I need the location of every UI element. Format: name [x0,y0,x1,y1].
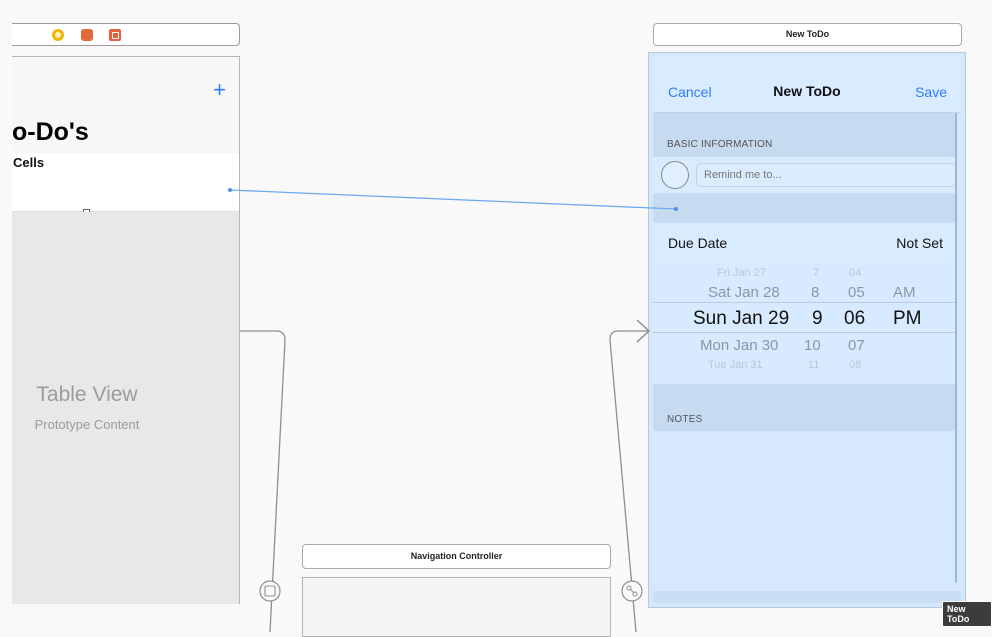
segue-overlay [228,188,678,632]
connection-end-dot [674,207,678,211]
connection-line[interactable] [229,189,677,210]
relationship-segue-icon[interactable] [259,580,281,602]
scene-tooltip: New ToDo [942,601,992,627]
connection-start-dot [228,188,232,192]
